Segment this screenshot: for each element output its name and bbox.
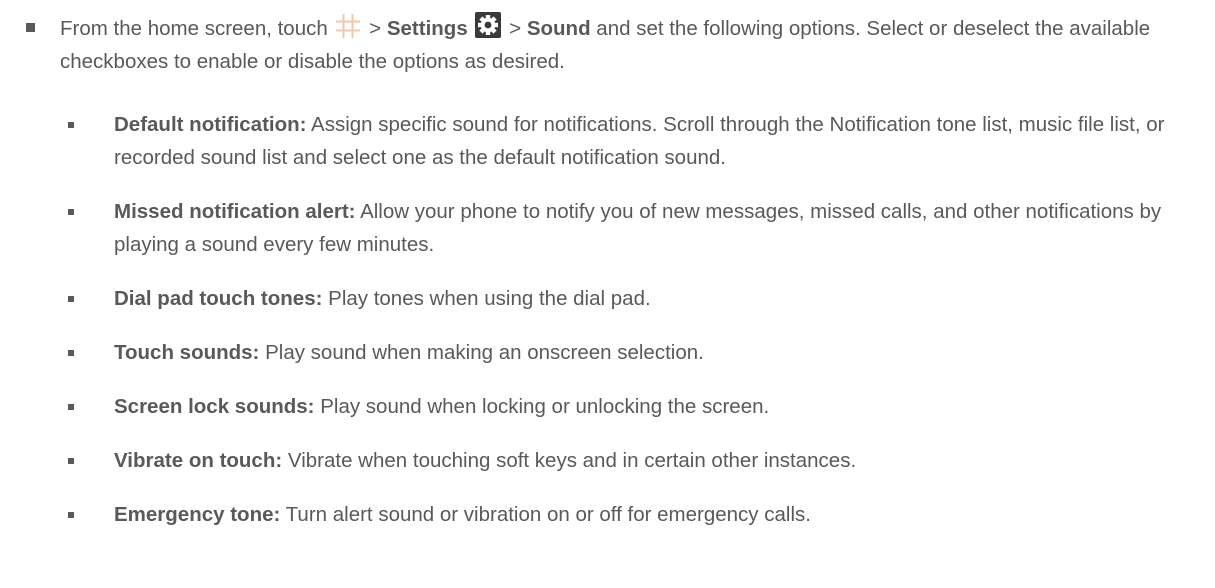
list-item: Default notification: Assign specific so… xyxy=(68,108,1208,174)
list-item: Vibrate on touch: Vibrate when touching … xyxy=(68,444,1208,477)
option-description: Vibrate when touching soft keys and in c… xyxy=(287,449,857,472)
intro-step: From the home screen, touch > Settings >… xyxy=(26,12,1196,78)
bullet-icon xyxy=(68,209,74,215)
separator: > xyxy=(369,17,382,40)
option-description: Play tones when using the dial pad. xyxy=(328,287,651,310)
document-page: From the home screen, touch > Settings >… xyxy=(0,0,1215,588)
intro-text: From the home screen, touch > Settings >… xyxy=(60,12,1196,78)
option-description: Play sound when locking or unlocking the… xyxy=(320,395,770,418)
bullet-icon xyxy=(68,296,74,302)
settings-label: Settings xyxy=(386,17,468,40)
option-term: Dial pad touch tones: xyxy=(114,287,323,310)
option-description: Play sound when making an onscreen selec… xyxy=(265,341,704,364)
option-term: Vibrate on touch: xyxy=(114,449,283,472)
separator: > xyxy=(509,17,522,40)
apps-grid-icon xyxy=(336,14,361,38)
bullet-icon xyxy=(68,458,74,464)
option-term: Default notification: xyxy=(114,113,307,136)
option-term: Screen lock sounds: xyxy=(114,395,315,418)
list-item: Touch sounds: Play sound when making an … xyxy=(68,336,1208,369)
option-description: Turn alert sound or vibration on or off … xyxy=(285,503,811,526)
sound-label: Sound xyxy=(526,17,591,40)
bullet-icon xyxy=(68,404,74,410)
list-item: Dial pad touch tones: Play tones when us… xyxy=(68,282,1208,315)
list-item: Missed notification alert: Allow your ph… xyxy=(68,195,1208,261)
option-term: Missed notification alert: xyxy=(114,200,356,223)
option-term: Emergency tone: xyxy=(114,503,281,526)
gear-icon xyxy=(475,12,502,38)
intro-prefix: From the home screen, touch xyxy=(60,17,328,40)
list-item: Screen lock sounds: Play sound when lock… xyxy=(68,390,1208,423)
step-bullet xyxy=(26,23,35,32)
bullet-icon xyxy=(68,512,74,518)
bullet-icon xyxy=(68,350,74,356)
option-term: Touch sounds: xyxy=(114,341,260,364)
bullet-icon xyxy=(68,122,74,128)
sound-options-list: Default notification: Assign specific so… xyxy=(68,108,1208,552)
list-item: Emergency tone: Turn alert sound or vibr… xyxy=(68,498,1208,531)
